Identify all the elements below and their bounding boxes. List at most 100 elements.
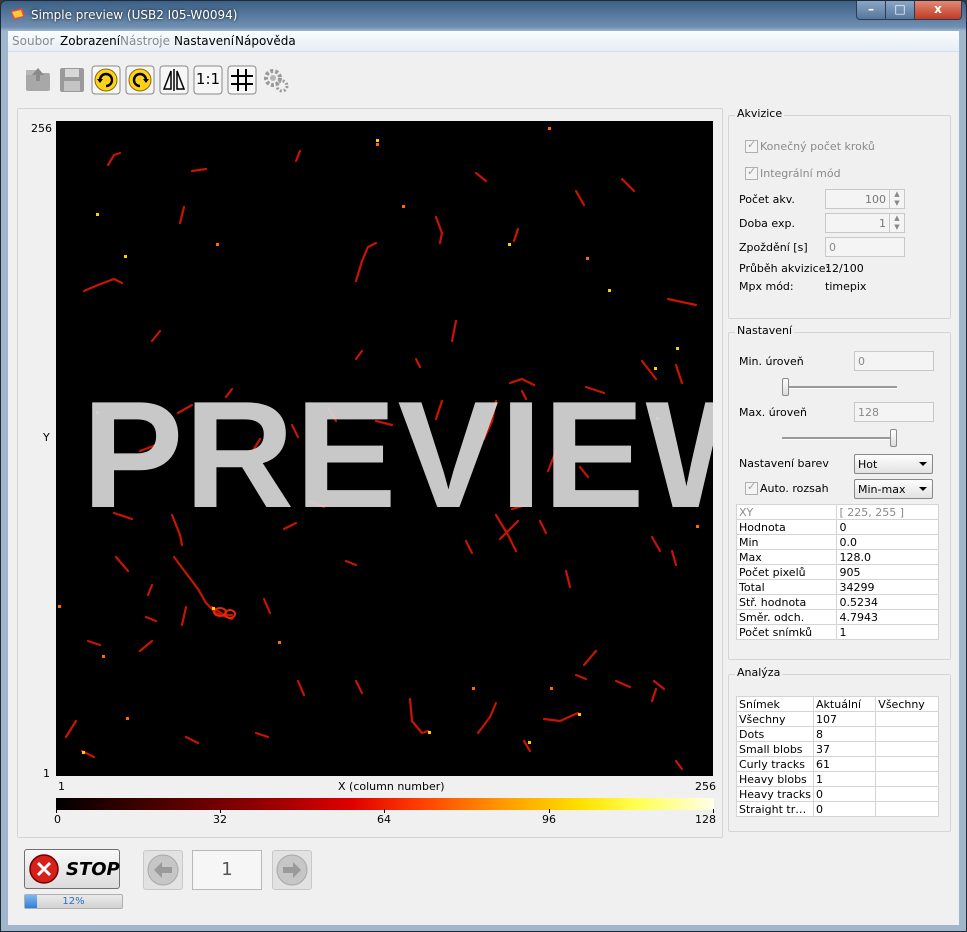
max-uroven-slider[interactable] [782,437,897,440]
analyza-count [875,801,939,817]
rotate-ccw-button[interactable] [124,64,156,96]
stats-row: Stř. hodnota 0.5234 [735,594,939,610]
x-axis-left-label: 1 [58,780,65,793]
analyza-count: 107 [813,711,877,727]
one-to-one-label: 1:1 [195,70,221,88]
save-button[interactable] [56,64,88,96]
colorbar-label-0: 0 [54,813,61,826]
menu-bar: Soubor Zobrazení Nástroje Nastavení Nápo… [8,31,959,52]
min-uroven-input[interactable]: 0 [854,351,934,371]
colorbar-label-64: 64 [377,813,391,826]
doba-exp-label: Doba exp. [739,217,795,230]
auto-rozsah-label: Auto. rozsah [760,482,829,495]
settings-button[interactable] [260,64,292,96]
auto-range-select[interactable]: Min-max [854,479,933,499]
menu-zobrazeni[interactable]: Zobrazení [60,34,120,48]
pocet-akv-value: 100 [865,193,886,206]
detector-frame-image[interactable]: PREVIEW [56,121,713,776]
stats-key: Min [735,534,838,550]
menu-nastroje[interactable]: Nástroje [120,34,170,48]
stats-row: Hodnota 0 [735,519,939,535]
prev-frame-button[interactable] [143,850,183,890]
stats-value: 0.0 [836,534,939,550]
open-icon [26,68,50,91]
preview-watermark: PREVIEW [82,370,713,540]
analyza-row: Heavy blobs 1 [735,771,939,787]
menu-napoveda[interactable]: Nápověda [235,34,296,48]
spin-arrows-icon[interactable]: ▲ ▼ [889,190,904,208]
stats-key: Hodnota [735,519,838,535]
save-icon [60,68,84,92]
zpozdeni-label: Zpoždění [s] [739,241,808,254]
analyza-count: 0 [813,801,877,817]
analyza-count [875,771,939,787]
analyza-row: Všechny 107 [735,711,939,727]
analyza-count [875,756,939,772]
auto-rozsah-checkbox[interactable] [745,480,758,495]
one-to-one-button[interactable]: 1:1 [192,64,224,96]
spin-arrows-icon[interactable]: ▲ ▼ [889,214,904,232]
akvizice-title: Akvizice [735,107,785,120]
max-uroven-label: Max. úroveň [739,406,807,419]
auto-range-value: Min-max [858,483,906,496]
window-title: Simple preview (USB2 I05-W0094) [31,8,238,22]
doba-exp-spinbox[interactable]: 1 ▲ ▼ [825,213,905,233]
stop-icon [29,854,59,884]
stats-value: 1 [836,624,939,640]
next-frame-button[interactable] [272,850,312,890]
konecny-pocet-label: Konečný počet kroků [760,140,875,153]
pocet-akv-label: Počet akv. [739,193,795,206]
stats-row: XY[ 225, 255 ] [735,504,939,520]
rotate-cw-icon [91,65,121,95]
plot-panel: 256 Y 1 PREVIE 1 X (column number) 256 0… [17,108,723,838]
stats-row: Směr. odch. 4.7943 [735,609,939,625]
client-area: Soubor Zobrazení Nástroje Nastavení Nápo… [8,31,959,925]
stats-row: Počet pixelů 905 [735,564,939,580]
stats-row: Počet snímků 1 [735,624,939,640]
nastaveni-title: Nastavení [735,324,795,337]
analyza-count: 0 [813,786,877,802]
doba-exp-value: 1 [879,217,886,230]
open-button[interactable] [22,64,54,96]
arrow-right-icon [276,854,308,886]
grid-button[interactable] [226,64,258,96]
integralni-checkbox[interactable] [745,165,758,180]
pocet-akv-spinbox[interactable]: 100 ▲ ▼ [825,189,905,209]
analyza-row: Small blobs 37 [735,741,939,757]
max-slider-handle[interactable] [890,429,897,447]
close-button[interactable]: x [914,1,962,20]
colormap-select[interactable]: Hot [854,454,933,474]
app-icon [11,8,25,20]
analyza-count: 8 [813,726,877,742]
stats-key: Stř. hodnota [735,594,838,610]
min-uroven-label: Min. úroveň [739,355,804,368]
analyza-count: 37 [813,741,877,757]
rotate-cw-button[interactable] [90,64,122,96]
frame-number[interactable]: 1 [192,850,262,890]
stop-button[interactable]: STOP [24,849,120,889]
min-slider-handle[interactable] [782,378,789,396]
menu-nastaveni[interactable]: Nastavení [174,34,234,48]
menu-soubor[interactable]: Soubor [12,34,54,48]
min-uroven-slider[interactable] [782,386,897,389]
stats-key: Směr. odch. [735,609,838,625]
konecny-pocet-checkbox[interactable] [745,138,758,153]
analyza-header: Všechny [875,696,939,712]
analyza-row: Heavy tracks 0 [735,786,939,802]
analyza-count [875,786,939,802]
analyza-count [875,711,939,727]
akvizice-group: Akvizice Konečný počet kroků Integrální … [728,107,951,319]
integralni-label: Integrální mód [760,167,841,180]
flip-button[interactable] [158,64,190,96]
stats-key: XY [735,504,838,520]
stats-value: [ 225, 255 ] [836,504,939,520]
stats-value: 34299 [836,579,939,595]
maximize-button[interactable]: □ [885,1,915,20]
minimize-button[interactable]: – [856,1,886,20]
analyza-group: Analýza Snímek Aktuální Všechny Všechny 107 D… [728,666,951,832]
grid-icon [227,65,257,95]
max-uroven-input[interactable]: 128 [854,402,934,422]
y-axis-bottom-label: 1 [43,767,50,780]
zpozdeni-input[interactable]: 0 [825,237,905,257]
title-bar[interactable]: Simple preview (USB2 I05-W0094) – □ x [1,1,966,31]
